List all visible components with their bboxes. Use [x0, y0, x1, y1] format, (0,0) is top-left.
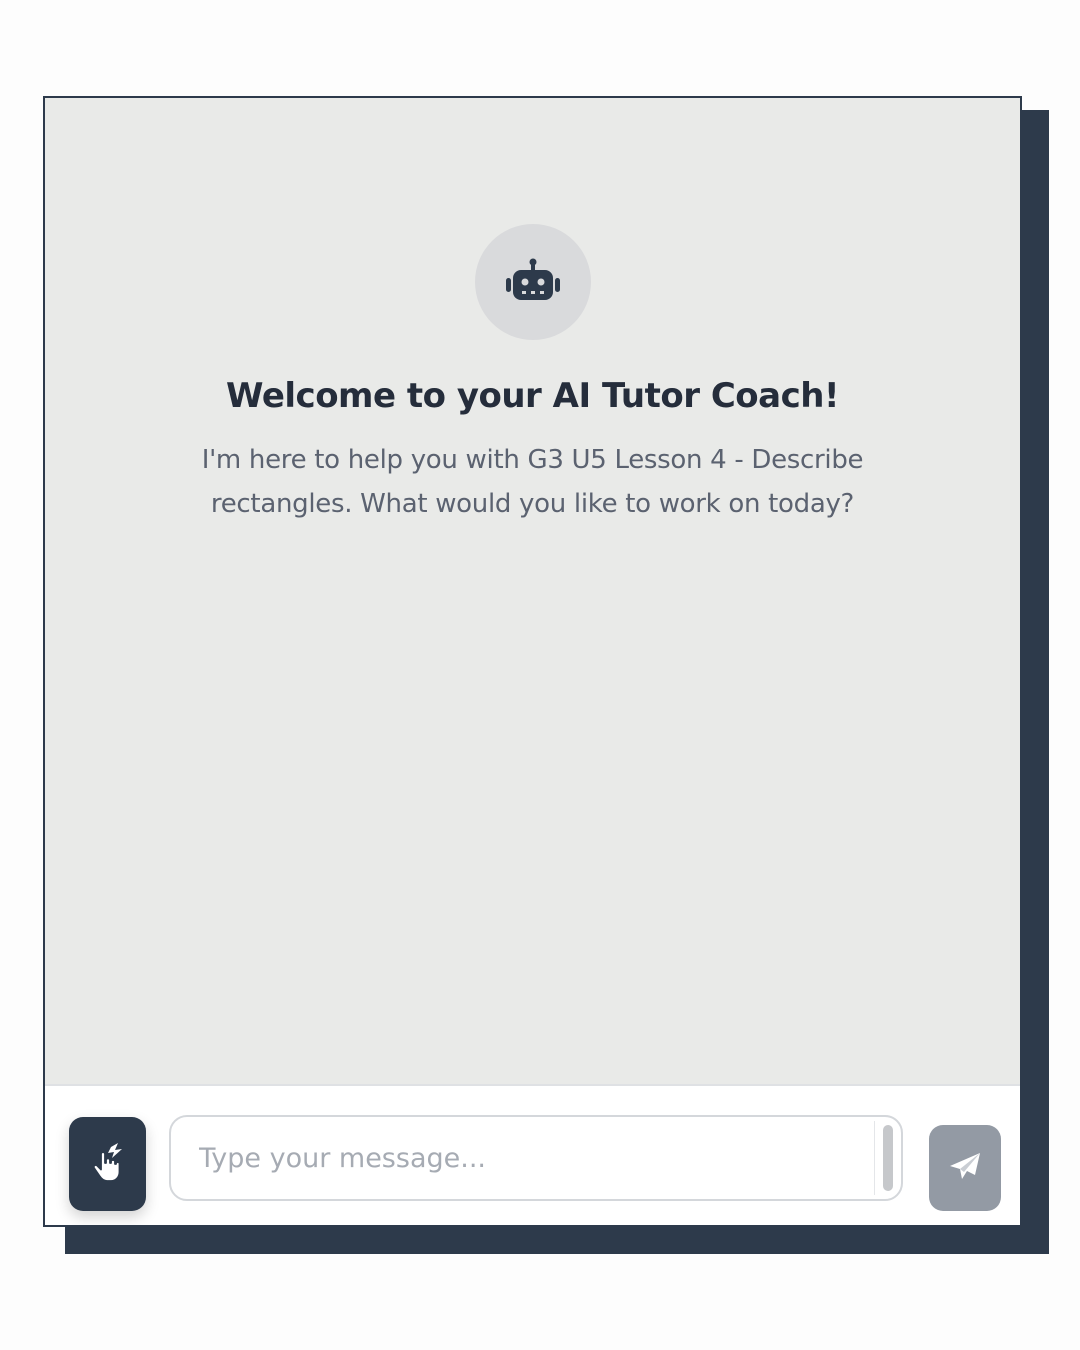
welcome-title: Welcome to your AI Tutor Coach! — [226, 376, 839, 416]
quick-action-button[interactable] — [69, 1117, 146, 1211]
message-composer — [45, 1084, 1020, 1225]
input-scrollbar-thumb[interactable] — [883, 1125, 893, 1191]
chat-message-area[interactable]: Welcome to your AI Tutor Coach! I'm here… — [45, 98, 1020, 1084]
message-input[interactable] — [199, 1117, 869, 1199]
robot-icon — [504, 257, 562, 307]
paper-plane-icon — [948, 1151, 982, 1185]
chat-window: Welcome to your AI Tutor Coach! I'm here… — [43, 96, 1022, 1227]
input-scrollbar[interactable] — [874, 1121, 901, 1195]
bot-avatar — [474, 224, 591, 340]
page: Welcome to your AI Tutor Coach! I'm here… — [0, 0, 1080, 1350]
welcome-panel: Welcome to your AI Tutor Coach! I'm here… — [45, 224, 1020, 526]
message-input-box — [169, 1115, 903, 1201]
hand-pointer-icon — [88, 1141, 128, 1187]
welcome-message: I'm here to help you with G3 U5 Lesson 4… — [201, 445, 864, 519]
send-button[interactable] — [929, 1125, 1001, 1211]
